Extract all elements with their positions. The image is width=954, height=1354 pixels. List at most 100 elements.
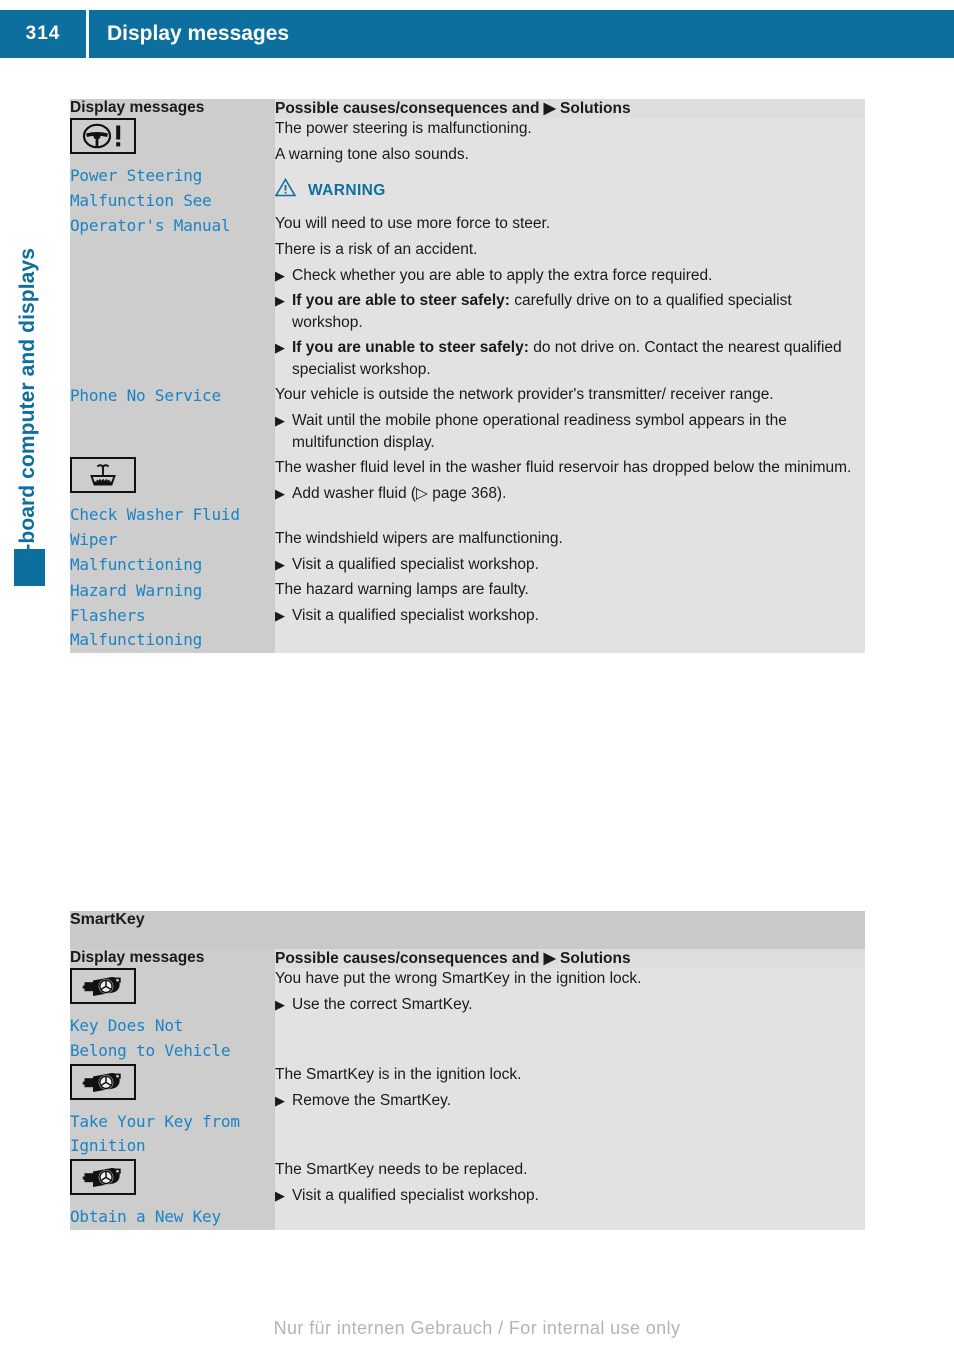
solution-bullet-text: Visit a qualified specialist workshop.	[292, 606, 539, 624]
solution-bullet-emphasis: If you are able to steer safely:	[292, 292, 510, 309]
solution-bullet: ▶ Remove the SmartKey.	[275, 1090, 865, 1112]
solution-bullet: ▶ Use the correct SmartKey.	[275, 994, 865, 1016]
table-row: Hazard Warning Flashers Malfunctioning Th…	[70, 578, 865, 654]
solution-bullet: ▶ Visit a qualified specialist workshop.	[275, 554, 865, 576]
solution-bullet: ▶ Add washer fluid (▷ page 368).	[275, 483, 865, 505]
solution-bullet-marker-icon: ▶	[275, 486, 285, 501]
solution-bullet: ▶ If you are unable to steer safely: do n…	[275, 337, 865, 381]
table-header-row: Display messages Possible causes/conseque…	[70, 949, 866, 968]
display-message-cell: Wiper Malfunctioning	[70, 527, 275, 579]
solution-bullet-text: If you are unable to steer safely: do no…	[292, 339, 842, 378]
solution-bullet-marker-icon: ▶	[275, 997, 285, 1012]
display-message-cell: Key Does Not Belong to Vehicle	[70, 968, 275, 1064]
washer-fluid-icon	[70, 457, 136, 493]
column-header-display-messages: Display messages	[70, 949, 275, 968]
solution-bullet: ▶ Check whether you are able to apply the…	[275, 265, 865, 287]
display-message-text: Take Your Key from Ignition	[70, 1111, 240, 1156]
solution-bullet-marker-icon: ▶	[275, 1092, 285, 1108]
footer-watermark: Nur für internen Gebrauch / For internal…	[273, 1318, 681, 1338]
solution-bullet-text: Visit a qualified specialist workshop.	[292, 555, 539, 573]
column-header-causes-solutions: Possible causes/consequences and ▶ Solut…	[275, 949, 866, 968]
warning-block-header: WARNING	[274, 177, 865, 204]
solution-bullet-text: Add washer fluid (▷ page 368).	[292, 485, 507, 502]
solution-bullet-marker-icon: ▶	[275, 607, 285, 623]
table-row: Power Steering Malfunction See Operator'…	[70, 118, 865, 384]
chapter-thumb-tab	[14, 549, 45, 586]
column-header-display-messages: Display messages	[70, 99, 275, 118]
display-messages-table: Display messages Possible causes/conseque…	[70, 99, 865, 654]
solution-bullet: ▶ Visit a qualified specialist workshop.	[275, 605, 865, 627]
smartkey-icon	[70, 968, 136, 1004]
solution-bullet-text: Remove the SmartKey.	[292, 1091, 452, 1109]
cause-paragraph: A warning tone also sounds.	[275, 146, 469, 163]
smartkey-messages-table: SmartKey Display messages Possible causes/…	[70, 911, 866, 1230]
causes-solutions-cell: The washer fluid level in the washer flu…	[275, 457, 865, 528]
table-row: Take Your Key from Ignition The SmartKey …	[70, 1063, 866, 1160]
table-row: Obtain a New Key The SmartKey needs to be…	[70, 1159, 866, 1230]
solution-bullet-marker-icon: ▶	[275, 556, 285, 572]
warning-paragraph: You will need to use more force to steer…	[275, 215, 551, 232]
display-message-cell: Power Steering Malfunction See Operator'…	[70, 118, 275, 384]
display-message-text: Key Does Not Belong to Vehicle	[70, 1016, 231, 1060]
section-title: SmartKey	[70, 911, 866, 949]
solution-bullet-marker-icon: ▶	[275, 268, 285, 283]
display-message-cell: Take Your Key from Ignition	[70, 1063, 275, 1160]
solution-bullet-marker-icon: ▶	[275, 1188, 285, 1204]
column-header-causes-solutions: Possible causes/consequences and ▶ Solut…	[275, 99, 865, 118]
display-message-text: Obtain a New Key	[70, 1207, 221, 1227]
display-message-cell: Phone No Service	[70, 384, 275, 457]
solution-bullet-text: If you are able to steer safely: careful…	[292, 292, 792, 331]
solution-bullet-marker-icon: ▶	[275, 293, 285, 308]
section-title-row: SmartKey	[70, 911, 866, 949]
display-message-text: Phone No Service	[70, 386, 221, 405]
table-row: Check Washer Fluid The washer fluid level…	[70, 457, 865, 528]
cause-paragraph: The hazard warning lamps are faulty.	[275, 580, 529, 598]
solution-bullet-text: Visit a qualified specialist workshop.	[292, 1187, 539, 1205]
display-message-text: Wiper Malfunctioning	[70, 529, 203, 574]
display-message-cell: Check Washer Fluid	[70, 457, 275, 528]
table-body: SmartKey Display messages Possible causes/…	[70, 911, 866, 1230]
display-message-text: Check Washer Fluid	[70, 505, 240, 524]
table-header-row: Display messages Possible causes/conseque…	[70, 99, 865, 118]
solution-bullet-text: Check whether you are able to apply the …	[292, 267, 713, 284]
solution-bullet-marker-icon: ▶	[275, 340, 285, 355]
table-row: Key Does Not Belong to Vehicle You have p…	[70, 968, 866, 1064]
cause-paragraph: The SmartKey is in the ignition lock.	[275, 1065, 522, 1083]
cause-paragraph: The SmartKey needs to be replaced.	[275, 1161, 528, 1179]
cause-paragraph: The power steering is malfunctioning.	[275, 120, 532, 137]
cause-paragraph: The washer fluid level in the washer flu…	[275, 459, 852, 476]
table-row: Phone No Service Your vehicle is outside …	[70, 384, 865, 457]
warning-paragraph: There is a risk of an accident.	[275, 241, 478, 258]
solution-bullet: ▶ If you are able to steer safely: carefu…	[275, 290, 865, 334]
chapter-side-label-text: On-board computer and displays	[16, 247, 39, 580]
causes-solutions-cell: The SmartKey needs to be replaced. ▶ Visit…	[275, 1159, 866, 1230]
cause-paragraph: You have put the wrong SmartKey in the i…	[275, 970, 642, 987]
solution-bullet: ▶ Wait until the mobile phone operational…	[275, 410, 865, 454]
solution-bullet-text: Wait until the mobile phone operational …	[292, 412, 787, 451]
smartkey-icon	[70, 1159, 136, 1196]
table-body: Display messages Possible causes/conseque…	[70, 99, 865, 654]
page-title: Display messages	[107, 22, 290, 45]
causes-solutions-cell: The hazard warning lamps are faulty. ▶ Vis…	[275, 578, 865, 654]
warning-triangle-icon	[274, 177, 297, 204]
solution-bullet-emphasis: If you are unable to steer safely:	[292, 339, 529, 356]
display-message-text: Power Steering Malfunction See Operator'…	[70, 166, 231, 235]
steering-wheel-warning-icon	[70, 118, 136, 154]
warning-label: WARNING	[308, 182, 386, 199]
solution-bullet: ▶ Visit a qualified specialist workshop.	[275, 1185, 865, 1207]
causes-solutions-cell: The windshield wipers are malfunctioning…	[275, 527, 865, 579]
table-row: Wiper Malfunctioning The windshield wiper…	[70, 527, 865, 579]
causes-solutions-cell: Your vehicle is outside the network prov…	[275, 384, 865, 457]
display-message-cell: Obtain a New Key	[70, 1159, 275, 1230]
smartkey-icon	[70, 1063, 136, 1100]
page-header-bar: 314 Display messages	[0, 10, 954, 58]
causes-solutions-cell: The power steering is malfunctioning. A w…	[274, 118, 865, 384]
causes-solutions-cell: The SmartKey is in the ignition lock. ▶ Re…	[275, 1063, 866, 1160]
cause-paragraph: Your vehicle is outside the network prov…	[275, 386, 774, 403]
cause-paragraph: The windshield wipers are malfunctioning…	[275, 529, 563, 547]
display-message-text: Hazard Warning Flashers Malfunctioning	[70, 580, 203, 650]
chapter-side-label: On-board computer and displays	[0, 110, 56, 580]
page-number: 314	[25, 23, 61, 44]
causes-solutions-cell: You have put the wrong SmartKey in the i…	[275, 968, 866, 1064]
solution-bullet-marker-icon: ▶	[275, 413, 285, 428]
